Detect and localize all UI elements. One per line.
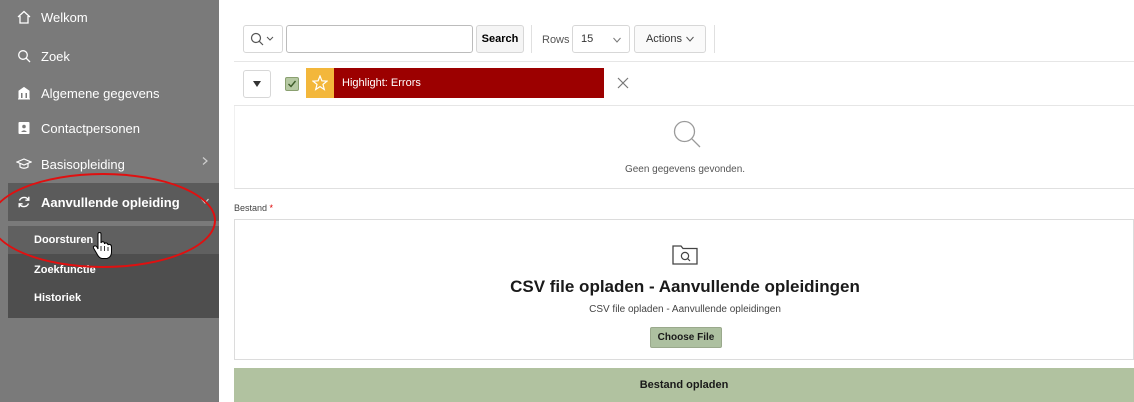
report-body: Geen gegevens gevonden.: [234, 106, 1134, 189]
contact-card-icon: [16, 120, 32, 136]
upload-file-button[interactable]: Bestand opladen: [234, 368, 1134, 402]
submenu-item-label: Zoekfunctie: [34, 264, 96, 276]
submenu-item-zoekfunctie[interactable]: Zoekfunctie: [8, 256, 219, 284]
sidebar-item-welkom[interactable]: Welkom: [8, 0, 219, 34]
highlight-star: [306, 68, 334, 98]
sidebar-item-contactpersonen[interactable]: Contactpersonen: [8, 110, 219, 146]
submenu-item-label: Historiek: [34, 292, 82, 304]
sidebar-filler: [8, 318, 219, 402]
toggle-filters-button[interactable]: [243, 70, 271, 98]
checkmark-icon: [288, 80, 297, 88]
rows-select[interactable]: 15: [572, 25, 630, 53]
search-column-menu[interactable]: [243, 25, 283, 53]
graduation-cap-icon: [16, 156, 32, 172]
sidebar-item-label: Basisopleiding: [41, 156, 125, 172]
upload-subtitle: CSV file opladen - Aanvullende opleiding…: [589, 304, 781, 315]
divider: [531, 25, 532, 53]
highlight-label: Highlight: Errors: [342, 77, 421, 89]
sidebar: Welkom Zoek Algemene gegevens Contactper…: [0, 0, 219, 402]
building-icon: [16, 85, 32, 101]
file-field-label: Bestand *: [234, 203, 273, 213]
star-icon: [312, 75, 328, 91]
sidebar-item-label: Welkom: [41, 9, 88, 25]
remove-filter-icon[interactable]: [616, 76, 630, 90]
actions-label: Actions: [645, 33, 683, 45]
home-icon: [16, 9, 32, 25]
choose-file-button[interactable]: Choose File: [650, 327, 722, 348]
no-data-message: Geen gegevens gevonden.: [624, 164, 746, 175]
divider: [714, 25, 715, 53]
caret-down-icon: [253, 81, 261, 87]
actions-menu-button[interactable]: Actions: [634, 25, 706, 53]
refresh-icon: [16, 194, 32, 210]
search-icon: [16, 48, 32, 64]
sidebar-item-label: Aanvullende opleiding: [41, 194, 180, 210]
highlight-filter[interactable]: Highlight: Errors: [334, 68, 604, 98]
sidebar-item-algemene-gegevens[interactable]: Algemene gegevens: [8, 75, 219, 111]
sidebar-item-basisopleiding[interactable]: Basisopleiding: [8, 146, 219, 182]
search-button[interactable]: Search: [476, 25, 524, 53]
sidebar-item-aanvullende-opleiding[interactable]: Aanvullende opleiding: [8, 183, 219, 221]
search-input[interactable]: [286, 25, 473, 53]
report-filter-row: Highlight: Errors: [234, 62, 1134, 106]
submenu-item-historiek[interactable]: Historiek: [8, 284, 219, 312]
rows-value: 15: [581, 33, 594, 45]
folder-search-icon: [672, 245, 698, 265]
file-field-text: Bestand: [234, 203, 268, 213]
search-icon: [673, 120, 701, 148]
sidebar-item-label: Contactpersonen: [41, 120, 141, 136]
chevron-down-icon: [686, 36, 694, 42]
report-toolbar: Search Rows 15 Actions: [234, 17, 1134, 62]
sidebar-item-label: Zoek: [41, 48, 70, 64]
submenu-item-label: Doorsturen: [34, 234, 94, 246]
chevron-right-icon: [202, 157, 208, 165]
sidebar-item-label: Algemene gegevens: [41, 85, 160, 101]
required-marker: *: [269, 203, 274, 213]
chevron-down-icon: [613, 37, 621, 43]
hand-pointer-icon: [92, 232, 112, 259]
filter-enabled-checkbox[interactable]: [285, 77, 299, 91]
sidebar-item-zoek[interactable]: Zoek: [8, 38, 219, 74]
upload-title: CSV file opladen - Aanvullende opleiding…: [510, 277, 860, 296]
file-drop-zone[interactable]: CSV file opladen - Aanvullende opleiding…: [234, 219, 1134, 360]
search-icon: [250, 32, 274, 46]
rows-label: Rows: [542, 34, 570, 46]
chevron-down-icon: [201, 198, 209, 204]
